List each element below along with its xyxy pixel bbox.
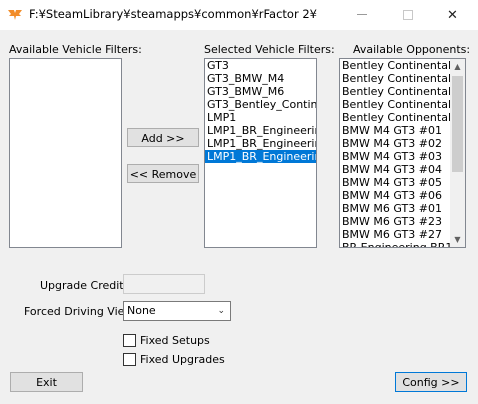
list-item[interactable]: Bentley Continental GT	[340, 98, 450, 111]
list-item[interactable]: BMW M4 GT3 #02	[340, 137, 450, 150]
list-item[interactable]: BMW M6 GT3 #27	[340, 228, 450, 241]
upgrade-credits-label: Upgrade Credits	[40, 279, 130, 292]
rfactor-app-icon	[8, 10, 22, 20]
list-item[interactable]: LMP1_BR_Engineering_	[205, 150, 316, 163]
selected-filters-label: Selected Vehicle Filters:	[204, 43, 335, 56]
opponents-list[interactable]: Bentley Continental GTBentley Continenta…	[339, 58, 466, 248]
add-button[interactable]: Add >>	[127, 128, 199, 147]
list-item[interactable]: LMP1_BR_Engineering_	[205, 137, 316, 150]
list-item[interactable]: BMW M6 GT3 #23	[340, 215, 450, 228]
list-item[interactable]: BMW M4 GT3 #05	[340, 176, 450, 189]
scroll-up-icon[interactable]: ▲	[450, 59, 465, 74]
list-item[interactable]: BR Engineering BR1 #	[340, 241, 450, 247]
title-bar: F:¥SteamLibrary¥steamapps¥common¥rFactor…	[0, 0, 478, 30]
window-title: F:¥SteamLibrary¥steamapps¥common¥rFactor…	[29, 7, 317, 21]
fixed-setups-checkbox[interactable]: Fixed Setups	[123, 334, 210, 347]
remove-button[interactable]: << Remove	[127, 164, 199, 183]
available-filters-list[interactable]	[9, 58, 122, 248]
opponents-label: Available Opponents:	[353, 43, 471, 56]
scroll-thumb[interactable]	[452, 76, 463, 172]
forced-view-select[interactable]: None ⌄	[123, 301, 231, 321]
opponents-scrollbar[interactable]: ▲ ▼	[450, 59, 465, 247]
list-item[interactable]: LMP1_BR_Engineering_	[205, 124, 316, 137]
exit-button[interactable]: Exit	[10, 372, 83, 392]
list-item[interactable]: BMW M4 GT3 #06	[340, 189, 450, 202]
list-item[interactable]: BMW M6 GT3 #01	[340, 202, 450, 215]
list-item[interactable]: Bentley Continental GT	[340, 85, 450, 98]
minimize-button[interactable]	[339, 0, 385, 30]
list-item[interactable]: BMW M4 GT3 #04	[340, 163, 450, 176]
list-item[interactable]: BMW M4 GT3 #03	[340, 150, 450, 163]
minimize-icon	[357, 14, 367, 15]
list-item[interactable]: Bentley Continental GT	[340, 72, 450, 85]
upgrade-credits-field[interactable]	[123, 274, 205, 294]
list-item[interactable]: GT3_BMW_M6	[205, 85, 316, 98]
fixed-setups-box[interactable]	[123, 334, 136, 347]
fixed-upgrades-checkbox[interactable]: Fixed Upgrades	[123, 353, 225, 366]
list-item[interactable]: GT3_BMW_M4	[205, 72, 316, 85]
forced-view-value: None	[127, 304, 156, 317]
forced-view-label: Forced Driving View	[24, 305, 134, 318]
maximize-icon	[403, 10, 413, 20]
close-button[interactable]: ✕	[431, 0, 477, 30]
fixed-setups-label: Fixed Setups	[140, 334, 210, 347]
list-item[interactable]: LMP1	[205, 111, 316, 124]
scroll-down-icon[interactable]: ▼	[450, 232, 465, 247]
list-item[interactable]: GT3_Bentley_Continental	[205, 98, 316, 111]
config-button[interactable]: Config >>	[395, 372, 467, 392]
fixed-upgrades-label: Fixed Upgrades	[140, 353, 225, 366]
list-item[interactable]: Bentley Continental GT	[340, 111, 450, 124]
list-item[interactable]: Bentley Continental GT	[340, 59, 450, 72]
maximize-button[interactable]	[385, 0, 431, 30]
chevron-down-icon: ⌄	[217, 306, 225, 316]
available-filters-label: Available Vehicle Filters:	[9, 43, 142, 56]
selected-filters-list[interactable]: GT3 GT3_BMW_M4 GT3_BMW_M6 GT3_Bentley_Conti…	[204, 58, 317, 248]
list-item[interactable]: GT3	[205, 59, 316, 72]
close-icon: ✕	[447, 8, 458, 23]
fixed-upgrades-box[interactable]	[123, 353, 136, 366]
list-item[interactable]: BMW M4 GT3 #01	[340, 124, 450, 137]
